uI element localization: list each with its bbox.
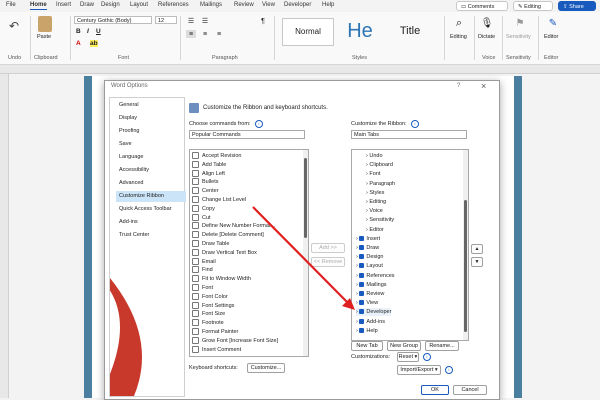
arrow-shaft xyxy=(252,206,351,306)
red-arrow-annotation xyxy=(252,206,355,310)
